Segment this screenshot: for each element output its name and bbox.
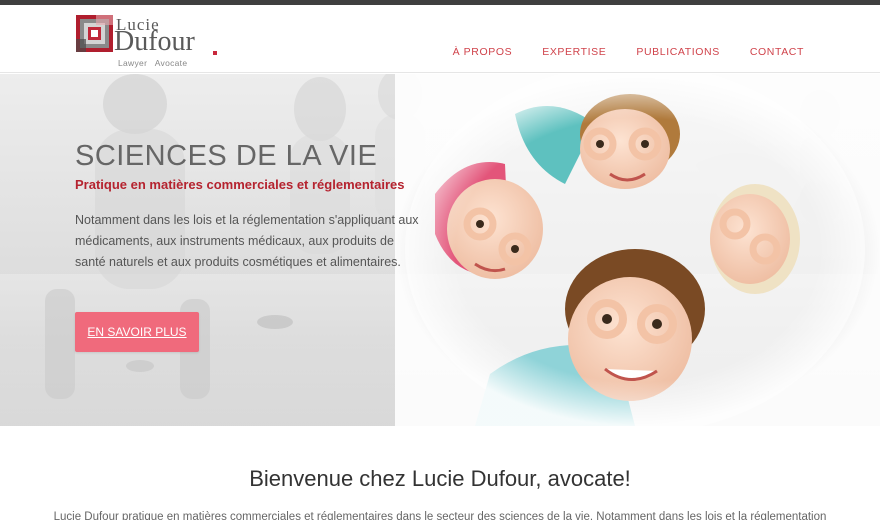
- logo-tagline: Lawyer Avocate: [118, 58, 188, 68]
- nav-item-a-propos[interactable]: À PROPOS: [453, 46, 513, 58]
- hero-title: SCIENCES DE LA VIE: [75, 140, 378, 172]
- hero-banner: SCIENCES DE LA VIE Pratique en matières …: [0, 74, 880, 426]
- nav-item-contact[interactable]: CONTACT: [750, 46, 804, 58]
- hero-subtitle: Pratique en matières commerciales et rég…: [75, 177, 405, 192]
- logo[interactable]: Lucie Dufour Lawyer Avocate: [76, 15, 218, 68]
- welcome-heading: Bienvenue chez Lucie Dufour, avocate!: [249, 466, 631, 491]
- main-nav: À PROPOS EXPERTISE PUBLICATIONS CONTACT: [423, 46, 804, 58]
- nav-item-publications[interactable]: PUBLICATIONS: [636, 46, 719, 58]
- site-header: Lucie Dufour Lawyer Avocate À PROPOS EXP…: [0, 5, 880, 73]
- logo-mark-icon: [76, 15, 113, 52]
- logo-dot: [213, 51, 217, 55]
- welcome-text: Lucie Dufour pratique en matières commer…: [53, 511, 827, 520]
- children-photo-image: [395, 74, 880, 426]
- nav-item-expertise[interactable]: EXPERTISE: [542, 46, 606, 58]
- learn-more-button[interactable]: EN SAVOIR PLUS: [75, 312, 199, 352]
- hero-description: Notamment dans les lois et la réglementa…: [75, 213, 419, 269]
- logo-last-name: Dufour: [114, 26, 195, 57]
